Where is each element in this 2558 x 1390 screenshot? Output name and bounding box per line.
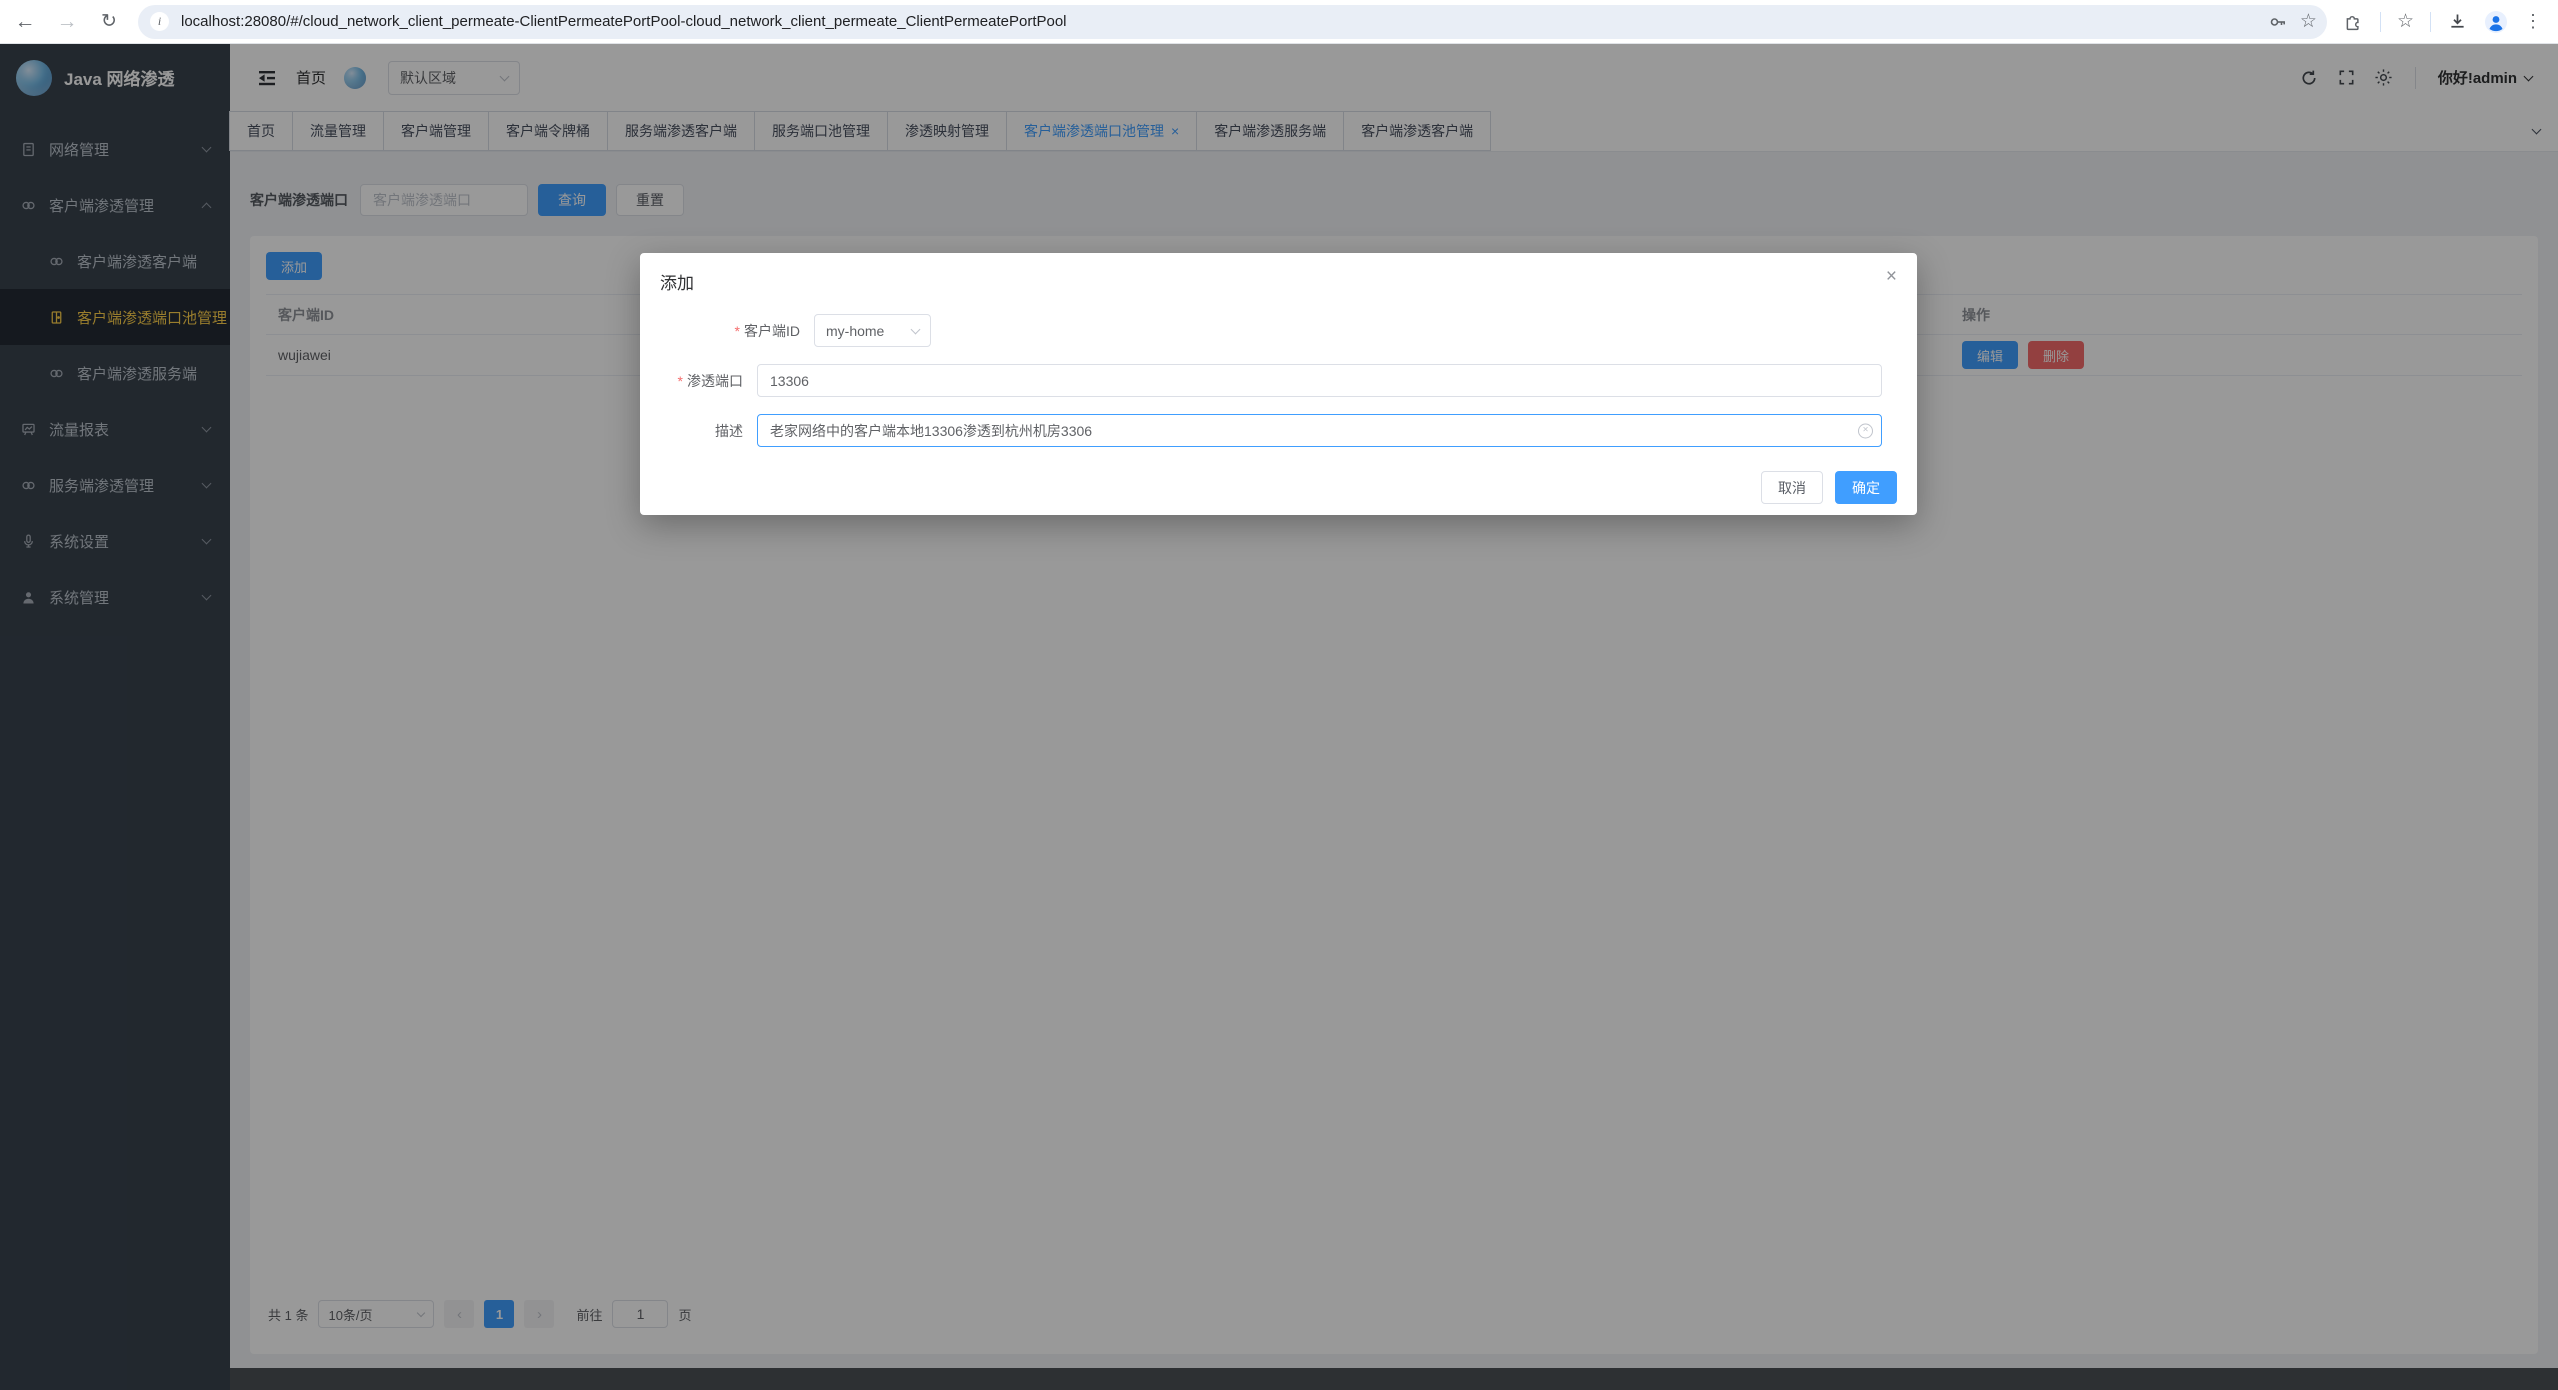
url-text: localhost:28080/#/cloud_network_client_p…: [181, 13, 2256, 30]
profile-avatar-icon[interactable]: [2484, 10, 2508, 34]
client-id-value: my-home: [826, 323, 884, 339]
downloads-icon[interactable]: [2447, 11, 2468, 32]
browser-chrome: ← → ↻ i localhost:28080/#/cloud_network_…: [0, 0, 2558, 44]
add-dialog: 添加 × *客户端ID my-home *渗透端口 描述 × 取消 确定: [640, 253, 1917, 515]
browser-forward-icon[interactable]: →: [54, 10, 80, 34]
dialog-close-icon[interactable]: ×: [1886, 267, 1897, 286]
password-key-icon[interactable]: [2268, 12, 2288, 32]
dialog-title: 添加: [660, 269, 1897, 294]
required-asterisk: *: [678, 373, 683, 389]
divider: [2380, 12, 2381, 32]
client-id-select[interactable]: my-home: [814, 314, 931, 347]
description-label: 描述: [660, 421, 743, 441]
bookmark-lists-icon[interactable]: ☆: [2397, 10, 2414, 33]
browser-reload-icon[interactable]: ↻: [96, 10, 122, 33]
cancel-button[interactable]: 取消: [1761, 471, 1823, 504]
browser-actions: ☆ ⋮: [2343, 10, 2546, 34]
port-label: *渗透端口: [660, 371, 743, 391]
required-asterisk: *: [735, 323, 740, 339]
description-input[interactable]: [757, 414, 1882, 447]
browser-menu-icon[interactable]: ⋮: [2524, 11, 2542, 32]
dialog-form: *客户端ID my-home *渗透端口 描述 ×: [660, 314, 1897, 447]
form-row-description: 描述 ×: [660, 414, 1897, 447]
port-input[interactable]: [757, 364, 1882, 397]
extensions-puzzle-icon[interactable]: [2343, 11, 2364, 32]
modal-overlay[interactable]: [0, 44, 2558, 1390]
browser-back-icon[interactable]: ←: [12, 10, 38, 34]
form-row-port: *渗透端口: [660, 364, 1897, 397]
dialog-footer: 取消 确定: [660, 471, 1897, 504]
divider: [2430, 12, 2431, 32]
address-bar[interactable]: i localhost:28080/#/cloud_network_client…: [138, 5, 2327, 39]
form-row-client-id: *客户端ID my-home: [660, 314, 1897, 347]
chevron-down-icon: [911, 324, 921, 334]
clear-input-icon[interactable]: ×: [1858, 423, 1873, 438]
confirm-button[interactable]: 确定: [1835, 471, 1897, 504]
bookmark-star-icon[interactable]: ☆: [2300, 10, 2317, 33]
site-info-icon[interactable]: i: [150, 12, 169, 31]
client-id-label: *客户端ID: [660, 321, 800, 341]
